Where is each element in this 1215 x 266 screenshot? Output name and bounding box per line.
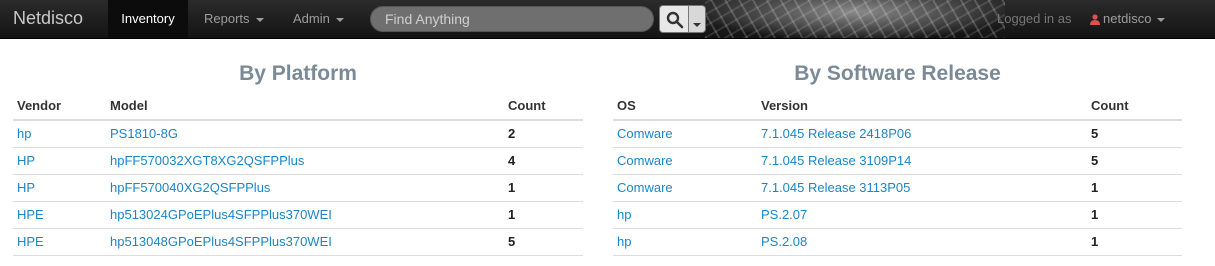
software-section-title: By Software Release	[794, 62, 1001, 85]
count-value: 1	[1087, 174, 1182, 202]
model-link[interactable]: PS1810-8G	[110, 126, 178, 141]
software-table: OS Version Count Comware 7.1.045 Release…	[613, 92, 1182, 256]
chevron-down-icon	[1157, 17, 1166, 22]
table-row: Comware 7.1.045 Release 3113P05 1	[613, 174, 1182, 202]
user-icon	[1090, 14, 1100, 26]
column-header-version[interactable]: Version	[757, 92, 1087, 121]
table-row: HPE hp513048GPoEPlus4SFPPlus370WEI 5	[13, 228, 583, 256]
os-link[interactable]: Comware	[617, 126, 673, 141]
chevron-down-icon	[335, 17, 344, 22]
vendor-link[interactable]: HP	[17, 180, 35, 195]
logged-in-label: Logged in as	[997, 11, 1072, 26]
os-link[interactable]: hp	[617, 234, 631, 249]
column-header-count[interactable]: Count	[504, 92, 583, 121]
table-row: Comware 7.1.045 Release 3109P14 5	[613, 147, 1182, 175]
os-link[interactable]: Comware	[617, 180, 673, 195]
count-value: 5	[1087, 147, 1182, 175]
chevron-down-icon	[255, 17, 264, 22]
column-header-model[interactable]: Model	[106, 92, 504, 121]
table-row: HPE hp513024GPoEPlus4SFPPlus370WEI 1	[13, 201, 583, 229]
vendor-link[interactable]: HPE	[17, 234, 44, 249]
version-link[interactable]: 7.1.045 Release 3113P05	[761, 180, 910, 195]
count-value: 1	[1087, 228, 1182, 256]
disco-ball-graphic	[705, 0, 1005, 38]
username-label: netdisco	[1103, 11, 1152, 26]
table-row: hp PS.2.08 1	[613, 228, 1182, 256]
count-value: 1	[1087, 201, 1182, 229]
count-value: 2	[504, 120, 583, 148]
search-icon	[666, 11, 684, 29]
vendor-link[interactable]: HPE	[17, 207, 44, 222]
version-link[interactable]: PS.2.08	[761, 234, 807, 249]
table-row: hp PS1810-8G 2	[13, 120, 583, 148]
column-header-os[interactable]: OS	[613, 92, 757, 121]
model-link[interactable]: hp513024GPoEPlus4SFPPlus370WEI	[110, 207, 332, 222]
chevron-down-icon	[693, 23, 701, 27]
vendor-link[interactable]: hp	[17, 126, 31, 141]
version-link[interactable]: 7.1.045 Release 3109P14	[761, 153, 911, 168]
count-value: 4	[504, 147, 583, 175]
table-row: HP hpFF570040XG2QSFPPlus 1	[13, 174, 583, 202]
user-menu-dropdown[interactable]: netdisco	[1090, 0, 1166, 38]
count-value: 5	[1087, 120, 1182, 148]
table-row: Comware 7.1.045 Release 2418P06 5	[613, 120, 1182, 148]
search-input[interactable]: Find Anything	[370, 6, 654, 32]
search-options-dropdown[interactable]	[689, 5, 706, 33]
top-navbar: Netdisco Inventory Reports Admin Find An…	[0, 0, 1215, 39]
count-value: 1	[504, 201, 583, 229]
model-link[interactable]: hpFF570040XG2QSFPPlus	[110, 180, 270, 195]
nav-admin-dropdown[interactable]: Admin	[293, 0, 344, 38]
platform-section-title: By Platform	[239, 62, 357, 85]
table-row: hp PS.2.07 1	[613, 201, 1182, 229]
os-link[interactable]: Comware	[617, 153, 673, 168]
column-header-count[interactable]: Count	[1087, 92, 1182, 121]
column-header-vendor[interactable]: Vendor	[13, 92, 106, 121]
os-link[interactable]: hp	[617, 207, 631, 222]
table-row: HP hpFF570032XGT8XG2QSFPPlus 4	[13, 147, 583, 175]
nav-inventory[interactable]: Inventory	[108, 0, 188, 38]
nav-reports-dropdown[interactable]: Reports	[204, 0, 264, 38]
model-link[interactable]: hp513048GPoEPlus4SFPPlus370WEI	[110, 234, 332, 249]
count-value: 5	[504, 228, 583, 256]
version-link[interactable]: PS.2.07	[761, 207, 807, 222]
platform-table: Vendor Model Count hp PS1810-8G 2 HP hpF…	[13, 92, 583, 256]
brand-logo-link[interactable]: Netdisco	[13, 8, 83, 29]
count-value: 1	[504, 174, 583, 202]
vendor-link[interactable]: HP	[17, 153, 35, 168]
search-button[interactable]	[659, 5, 689, 33]
model-link[interactable]: hpFF570032XGT8XG2QSFPPlus	[110, 153, 304, 168]
nav-reports-label: Reports	[204, 11, 250, 26]
version-link[interactable]: 7.1.045 Release 2418P06	[761, 126, 911, 141]
nav-admin-label: Admin	[293, 11, 330, 26]
nav-inventory-label: Inventory	[121, 11, 175, 26]
